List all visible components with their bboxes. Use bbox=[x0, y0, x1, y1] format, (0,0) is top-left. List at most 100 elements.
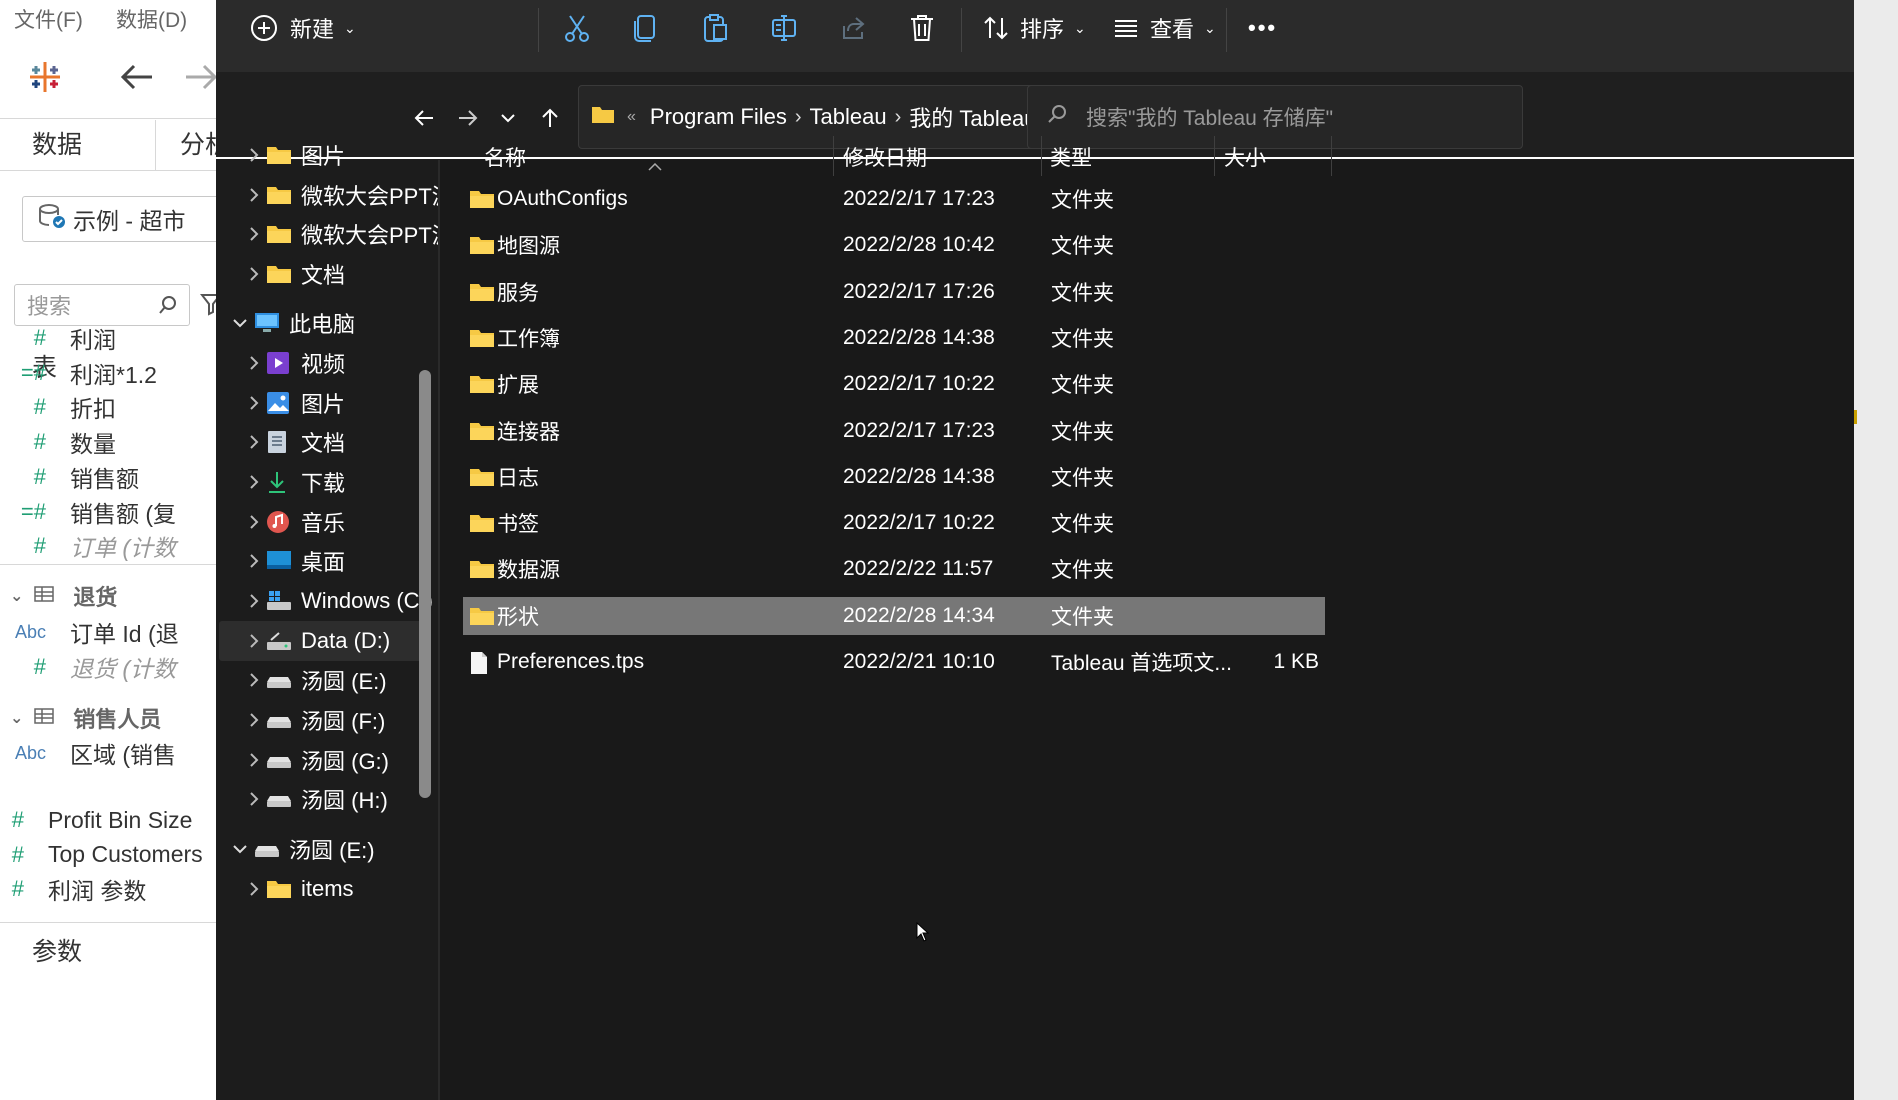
datasource-selector[interactable]: 示例 - 超市 bbox=[22, 196, 224, 242]
chevron-right-icon[interactable] bbox=[244, 631, 264, 651]
nav-item[interactable]: 图片 bbox=[216, 383, 438, 423]
file-name: 书签 bbox=[497, 513, 539, 537]
chevron-right-icon[interactable] bbox=[244, 710, 264, 730]
file-row[interactable]: OAuthConfigs 2022/2/17 17:23 文件夹 bbox=[463, 180, 1325, 218]
navigation-scrollbar[interactable] bbox=[419, 370, 431, 798]
nav-item[interactable]: 汤圆 (F:) bbox=[216, 700, 438, 740]
field-item[interactable]: # 订单 (计数 bbox=[0, 526, 176, 566]
nav-item[interactable]: Data (D:) bbox=[219, 621, 427, 661]
new-button[interactable]: 新建 ⌄ bbox=[250, 0, 356, 56]
nav-item[interactable]: 汤圆 (H:) bbox=[216, 779, 438, 819]
chevron-right-icon[interactable] bbox=[244, 789, 264, 809]
table-group[interactable]: ⌄ 退货 bbox=[0, 576, 117, 616]
share-button[interactable] bbox=[840, 0, 868, 56]
column-header-size[interactable]: 大小 bbox=[1224, 142, 1266, 172]
search-icon bbox=[1046, 103, 1068, 131]
table-group[interactable]: ⌄ 销售人员 bbox=[0, 698, 161, 738]
column-header-name[interactable]: 名称 bbox=[484, 142, 526, 172]
chevron-right-icon[interactable] bbox=[244, 750, 264, 770]
tab-data[interactable]: 数据 bbox=[32, 125, 82, 161]
chevron-right-icon[interactable] bbox=[244, 432, 264, 452]
up-button[interactable] bbox=[530, 100, 570, 140]
column-divider[interactable] bbox=[833, 136, 834, 176]
delete-button[interactable] bbox=[908, 0, 936, 56]
file-date: 2022/2/17 10:22 bbox=[843, 372, 995, 396]
removable-icon bbox=[254, 837, 280, 861]
file-row[interactable]: 地图源 2022/2/28 10:42 文件夹 bbox=[463, 226, 1325, 264]
tableau-logo-icon[interactable] bbox=[28, 60, 62, 99]
menu-file[interactable]: 文件(F) bbox=[14, 4, 83, 34]
cut-button[interactable] bbox=[562, 0, 592, 56]
nav-item[interactable]: 音乐 bbox=[216, 502, 438, 542]
chevron-right-icon[interactable] bbox=[244, 591, 264, 611]
nav-item[interactable]: 图片 bbox=[216, 135, 438, 175]
search-box[interactable]: 搜索"我的 Tableau 存储库" bbox=[1027, 85, 1523, 149]
nav-item[interactable]: 此电脑 bbox=[216, 303, 438, 343]
paste-button[interactable] bbox=[702, 0, 730, 56]
field-item[interactable]: # 退货 (计数 bbox=[0, 647, 176, 687]
nav-item[interactable]: 文档 bbox=[216, 422, 438, 462]
file-row[interactable]: Preferences.tps 2022/2/21 10:10 Tableau 首选… bbox=[463, 643, 1325, 681]
breadcrumb-tableau[interactable]: Tableau bbox=[810, 104, 887, 130]
chevron-right-icon[interactable] bbox=[244, 472, 264, 492]
column-divider[interactable] bbox=[1331, 136, 1332, 176]
more-options-button[interactable]: ••• bbox=[1248, 0, 1277, 56]
parameter-item[interactable]: # 利润 参数 bbox=[0, 869, 147, 909]
file-row[interactable]: 扩展 2022/2/17 10:22 文件夹 bbox=[463, 365, 1325, 403]
breadcrumb-separator-icon[interactable]: › bbox=[895, 106, 902, 129]
menu-data[interactable]: 数据(D) bbox=[116, 4, 187, 34]
file-row[interactable]: 服务 2022/2/17 17:26 文件夹 bbox=[463, 273, 1325, 311]
chevron-right-icon[interactable] bbox=[244, 512, 264, 532]
recent-locations-button[interactable] bbox=[488, 100, 528, 140]
nav-item[interactable]: 汤圆 (E:) bbox=[216, 829, 438, 869]
copy-button[interactable] bbox=[632, 0, 660, 56]
file-row[interactable]: 书签 2022/2/17 10:22 文件夹 bbox=[463, 504, 1325, 542]
rename-button[interactable] bbox=[770, 0, 800, 56]
chevron-right-icon[interactable] bbox=[244, 393, 264, 413]
file-row[interactable]: 连接器 2022/2/17 17:23 文件夹 bbox=[463, 412, 1325, 450]
view-button[interactable]: 查看 ⌄ bbox=[1112, 0, 1216, 56]
breadcrumb-separator-icon[interactable]: › bbox=[795, 106, 802, 129]
chevron-right-icon[interactable] bbox=[244, 264, 264, 284]
table-group-label: 销售人员 bbox=[73, 707, 162, 732]
chevron-down-icon[interactable]: ⌄ bbox=[10, 586, 23, 606]
chevron-right-icon[interactable] bbox=[244, 551, 264, 571]
file-date: 2022/2/17 17:26 bbox=[843, 279, 995, 303]
column-header-date[interactable]: 修改日期 bbox=[843, 142, 927, 172]
chevron-down-icon[interactable]: ⌄ bbox=[10, 708, 23, 728]
nav-item[interactable]: 桌面 bbox=[216, 541, 438, 581]
file-row[interactable]: 日志 2022/2/28 14:38 文件夹 bbox=[463, 458, 1325, 496]
forward-arrow-icon[interactable] bbox=[182, 60, 220, 99]
sort-button[interactable]: 排序 ⌄ bbox=[982, 0, 1086, 56]
file-row[interactable]: 数据源 2022/2/22 11:57 文件夹 bbox=[463, 550, 1325, 588]
column-divider[interactable] bbox=[1214, 136, 1215, 176]
nav-item[interactable]: 汤圆 (G:) bbox=[216, 740, 438, 780]
chevron-right-icon[interactable] bbox=[244, 879, 264, 899]
nav-item[interactable]: 视频 bbox=[216, 343, 438, 383]
chevron-down-icon[interactable] bbox=[230, 839, 250, 859]
nav-item[interactable]: 微软大会PPT源文件 bbox=[216, 175, 498, 215]
nav-item[interactable]: 下载 bbox=[216, 462, 438, 502]
column-divider[interactable] bbox=[1041, 136, 1042, 176]
chevron-right-icon[interactable] bbox=[244, 670, 264, 690]
field-item[interactable]: Abc 区域 (销售 bbox=[0, 733, 176, 773]
parameter-label: Profit Bin Size bbox=[48, 806, 193, 833]
chevron-right-icon[interactable] bbox=[244, 224, 264, 244]
back-button[interactable] bbox=[404, 100, 444, 140]
file-row[interactable]: 工作簿 2022/2/28 14:38 文件夹 bbox=[463, 319, 1325, 357]
overflow-chevron-icon[interactable]: « bbox=[627, 108, 636, 126]
forward-button[interactable] bbox=[448, 100, 488, 140]
nav-item[interactable]: 文档 bbox=[216, 254, 438, 294]
column-header-type[interactable]: 类型 bbox=[1050, 142, 1092, 172]
nav-item[interactable]: 微软大会PPT源文件 bbox=[216, 214, 498, 254]
chevron-right-icon[interactable] bbox=[244, 185, 264, 205]
back-arrow-icon[interactable] bbox=[118, 60, 156, 99]
file-row[interactable]: 形状 2022/2/28 14:34 文件夹 bbox=[463, 596, 1325, 635]
breadcrumb-program-files[interactable]: Program Files bbox=[650, 104, 787, 130]
chevron-down-icon[interactable] bbox=[230, 313, 250, 333]
nav-item[interactable]: 汤圆 (E:) bbox=[216, 660, 438, 700]
chevron-right-icon[interactable] bbox=[244, 353, 264, 373]
nav-item[interactable]: Windows (C:) bbox=[216, 581, 438, 621]
chevron-right-icon[interactable] bbox=[244, 145, 264, 165]
nav-item[interactable]: items bbox=[216, 869, 438, 909]
